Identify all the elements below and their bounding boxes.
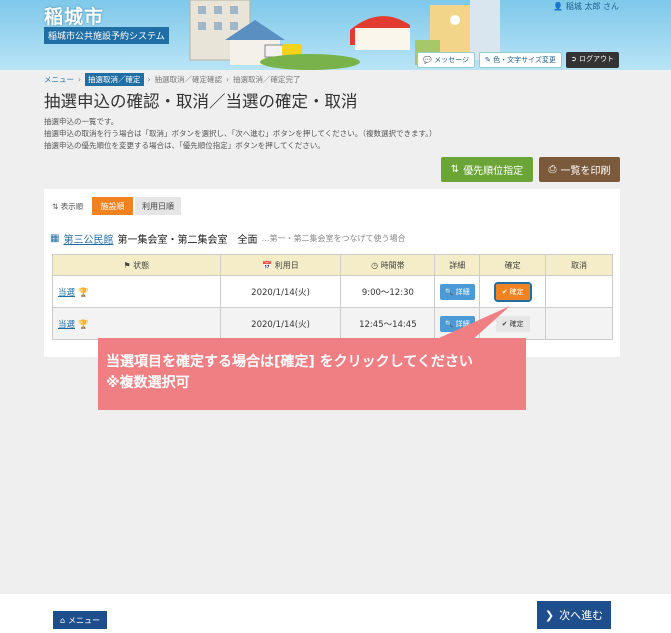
header-time: ◷ 時間帯 xyxy=(340,254,436,276)
status-link[interactable]: 当選 xyxy=(58,288,75,298)
breadcrumb-menu[interactable]: メニュー xyxy=(44,74,74,85)
font-size-button-label: 色・文字サイズ変更 xyxy=(493,56,556,64)
status-cell: 当選 🏆 xyxy=(52,275,221,308)
chevron-right-icon: › xyxy=(78,75,81,84)
calendar-icon: 📅 xyxy=(262,260,273,270)
time-cell: 9:00～12:30 xyxy=(340,275,436,308)
callout-line: ※複数選択可 xyxy=(106,375,190,391)
header-date: 📅 利用日 xyxy=(219,254,342,276)
facility-heading: ▦ 第三公民館 第一集会室・第二集会室 全面 …第一・第二集会室をつなげて使う場… xyxy=(50,231,405,246)
message-icon: 💬 xyxy=(423,56,432,64)
header-status-label: 状態 xyxy=(133,260,150,270)
search-icon: 🔍 xyxy=(444,287,454,296)
chevron-right-icon: ❯ xyxy=(544,608,555,622)
building-icon: ▦ xyxy=(50,233,60,244)
detail-button[interactable]: 🔍 詳細 xyxy=(439,283,475,300)
flag-icon: ⚑ xyxy=(123,260,131,270)
breadcrumb-step2: 抽選取消／確定確認 xyxy=(154,75,223,84)
description-line: 抽選申込の一覧です。 xyxy=(44,117,119,126)
palette-icon: ✎ xyxy=(484,56,491,64)
priority-button[interactable]: ⇅ 優先順位指定 xyxy=(441,157,533,182)
confirm-button-label: 確定 xyxy=(509,287,524,296)
message-button[interactable]: 💬 メッセージ xyxy=(417,52,475,68)
check-icon: ✔ xyxy=(501,287,508,296)
sort-label-text: 表示順 xyxy=(60,202,84,211)
page-description: 抽選申込の一覧です。 抽選申込の取消を行う場合は「取消」ボタンを選択し、「次へ進… xyxy=(44,116,437,152)
breadcrumb-step3: 抽選取消／確定完了 xyxy=(233,75,301,84)
logout-button[interactable]: ➲ ログアウト xyxy=(565,52,619,68)
city-logo-title[interactable]: 稲城市 xyxy=(44,2,104,29)
facility-name-link[interactable]: 第三公民館 xyxy=(63,231,113,246)
page-title: 抽選申込の確認・取消／当選の確定・取消 xyxy=(44,92,358,111)
font-size-button[interactable]: ✎ 色・文字サイズ変更 xyxy=(478,52,562,68)
date-cell: 2020/1/14(火) xyxy=(219,307,342,340)
user-name: 👤 稲城 太郎 さん xyxy=(553,1,619,12)
reservation-card: ⇅ 表示順 施設順 利用日順 ▦ 第三公民館 第一集会室・第二集会室 全面 …第… xyxy=(44,189,620,357)
description-line: 抽選申込の優先順位を変更する場合は、「優先順位指定」ボタンを押してください。 xyxy=(44,141,325,150)
status-link[interactable]: 当選 xyxy=(58,320,75,330)
message-button-label: メッセージ xyxy=(434,56,469,64)
breadcrumb-current: 抽選取消／確定 xyxy=(85,73,144,86)
chevron-right-icon: › xyxy=(226,75,229,84)
header-status: ⚑ 状態 xyxy=(52,254,221,276)
clock-icon: ◷ xyxy=(371,260,379,270)
confirm-button[interactable]: ✔ 確定 xyxy=(493,281,532,302)
menu-button-label: メニュー xyxy=(68,615,101,625)
user-name-label: 稲城 太郎 さん xyxy=(565,2,619,11)
sort-by-facility-button[interactable]: 施設順 xyxy=(92,197,133,215)
header-time-label: 時間帯 xyxy=(380,260,405,270)
header-cancel: 取消 xyxy=(545,254,613,276)
sort-by-date-button[interactable]: 利用日順 xyxy=(135,197,181,215)
chevron-right-icon: › xyxy=(147,75,151,84)
header-buttons: 💬 メッセージ ✎ 色・文字サイズ変更 ➲ ログアウト xyxy=(417,52,619,68)
callout-line: 当選項目を確定する場合は[確定] をクリックしてください xyxy=(106,354,473,370)
home-icon: ⌂ xyxy=(59,615,66,625)
description-line: 抽選申込の取消を行う場合は「取消」ボタンを選択し、「次へ進む」ボタンを押してくだ… xyxy=(44,129,437,138)
logout-icon: ➲ xyxy=(570,55,577,63)
cancel-cell[interactable] xyxy=(545,307,613,340)
printer-icon: ⎙ xyxy=(548,164,557,175)
print-button-label: 一覧を印刷 xyxy=(560,166,611,177)
user-icon: 👤 xyxy=(553,2,564,11)
priority-button-label: 優先順位指定 xyxy=(463,166,524,177)
date-cell: 2020/1/14(火) xyxy=(219,275,342,308)
menu-button[interactable]: ⌂ メニュー xyxy=(53,611,107,629)
header-detail: 詳細 xyxy=(434,254,481,276)
trophy-icon: 🏆 xyxy=(78,287,89,298)
site-header: 稲城市 稲城市公共施設予約システム 👤 稲城 太郎 さん 💬 メッセージ ✎ 色… xyxy=(0,0,671,70)
next-button-label: 次へ進む xyxy=(559,609,604,622)
trophy-icon: 🏆 xyxy=(78,319,89,330)
logout-button-label: ログアウト xyxy=(579,55,614,63)
sort-list-icon: ⇅ xyxy=(450,164,460,175)
system-name-badge: 稲城市公共施設予約システム xyxy=(44,27,169,44)
detail-button-label: 詳細 xyxy=(455,287,470,296)
table-header-row: ⚑ 状態 📅 利用日 ◷ 時間帯 詳細 確定 取消 xyxy=(52,254,613,276)
header-date-label: 利用日 xyxy=(274,260,299,270)
sort-label: ⇅ 表示順 xyxy=(52,201,83,212)
header-confirm: 確定 xyxy=(479,254,547,276)
facility-rooms: 第一集会室・第二集会室 全面 xyxy=(117,235,258,246)
status-cell: 当選 🏆 xyxy=(52,307,221,340)
instruction-callout: 当選項目を確定する場合は[確定] をクリックしてください ※複数選択可 xyxy=(98,338,526,410)
table-row: 当選 🏆 2020/1/14(火) 9:00～12:30 🔍 詳細 ✔ 確定 xyxy=(52,275,613,308)
facility-note: …第一・第二集会室をつなげて使う場合 xyxy=(261,234,406,243)
next-button[interactable]: ❯ 次へ進む xyxy=(537,601,611,629)
breadcrumb: メニュー › 抽選取消／確定 › 抽選取消／確定確認 › 抽選取消／確定完了 xyxy=(44,73,301,86)
print-button[interactable]: ⎙ 一覧を印刷 xyxy=(539,157,620,182)
detail-cell: 🔍 詳細 xyxy=(434,275,481,308)
cancel-cell[interactable] xyxy=(545,275,613,308)
confirm-cell: ✔ 確定 xyxy=(479,275,547,308)
sort-icon: ⇅ xyxy=(52,202,59,211)
